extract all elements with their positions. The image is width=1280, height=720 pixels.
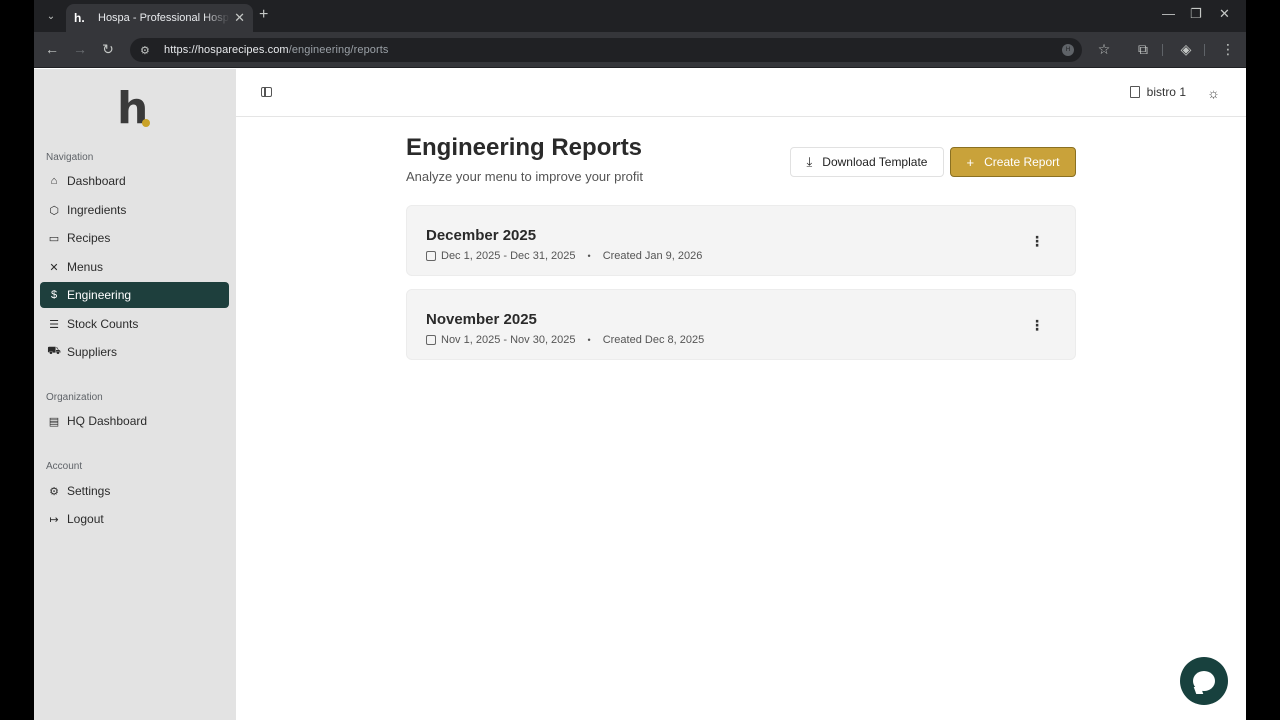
sidebar-item-stock-counts[interactable]: ☰ Stock Counts <box>40 311 229 337</box>
location-name: bistro 1 <box>1146 85 1186 99</box>
calendar-icon <box>426 335 436 345</box>
calendar-icon <box>426 251 436 261</box>
menu-icon[interactable]: ⋮ <box>1219 41 1237 58</box>
report-meta: Nov 1, 2025 - Nov 30, 2025 • Created Dec… <box>426 334 704 346</box>
browser-toolbar: ← → ↻ ⚙ https://hosparecipes.com/enginee… <box>34 32 1246 68</box>
utensils-icon: ✕ <box>49 261 59 274</box>
url-text: https://hosparecipes.com/engineering/rep… <box>164 44 389 56</box>
sidebar-item-engineering[interactable]: $ Engineering <box>40 282 229 308</box>
tab-favicon: h. <box>74 11 85 25</box>
separator-dot: • <box>587 335 591 345</box>
download-icon: ⤓ <box>806 154 813 169</box>
browser-tab[interactable]: h. Hospa - Professional Hospitalit ✕ <box>66 4 253 32</box>
sidebar-item-menus[interactable]: ✕ Menus <box>40 254 229 280</box>
toolbar-divider <box>1204 44 1205 56</box>
sidebar-item-label: Stock Counts <box>67 317 139 331</box>
truck-icon: ⛟ <box>47 345 61 357</box>
download-template-label: Download Template <box>822 155 928 169</box>
sidebar-item-label: Ingredients <box>67 203 127 217</box>
logo-dot <box>142 119 150 127</box>
sidebar-item-label: Suppliers <box>67 345 118 359</box>
close-window-icon[interactable]: ✕ <box>1219 6 1230 22</box>
sidebar-item-logout[interactable]: ↦ Logout <box>40 506 229 532</box>
download-template-button[interactable]: ⤓ Download Template <box>790 147 944 177</box>
chat-launcher-button[interactable] <box>1180 657 1228 705</box>
logout-icon: ↦ <box>49 513 59 526</box>
sidebar-item-label: Logout <box>67 512 104 526</box>
sidebar-item-label: Dashboard <box>67 174 126 188</box>
toolbar-divider <box>1162 44 1163 56</box>
sidebar-item-label: HQ Dashboard <box>67 414 148 428</box>
report-created: Created Dec 8, 2025 <box>602 334 705 346</box>
page-title: Engineering Reports <box>406 134 643 161</box>
extensions-icon[interactable]: ⧉ <box>1134 41 1152 58</box>
site-info-icon[interactable]: ⚙ <box>140 44 154 57</box>
sidebar-item-suppliers[interactable]: ⛟ Suppliers <box>40 339 229 365</box>
report-card[interactable]: December 2025 Dec 1, 2025 - Dec 31, 2025… <box>406 205 1076 276</box>
create-report-label: Create Report <box>984 155 1060 169</box>
sidebar-item-dashboard[interactable]: ⌂ Dashboard <box>40 168 229 194</box>
navigation-label: Navigation <box>46 152 94 163</box>
sidebar-item-label: Recipes <box>67 231 111 245</box>
report-date-range: Nov 1, 2025 - Nov 30, 2025 <box>441 334 576 346</box>
sidebar-item-label: Settings <box>67 484 111 498</box>
home-icon: ⌂ <box>50 175 58 187</box>
report-date-range: Dec 1, 2025 - Dec 31, 2025 <box>441 250 576 262</box>
tab-strip: ⌄ h. Hospa - Professional Hospitalit ✕ +… <box>34 0 1246 32</box>
sidebar-item-settings[interactable]: ⚙ Settings <box>40 478 229 504</box>
restore-icon[interactable]: ❐ <box>1190 6 1202 22</box>
reload-icon[interactable]: ↻ <box>99 41 117 58</box>
new-tab-icon[interactable]: + <box>259 6 268 24</box>
forward-icon[interactable]: → <box>71 41 89 57</box>
tab-title: Hospa - Professional Hospitalit <box>98 12 231 24</box>
building-icon <box>1129 86 1140 98</box>
organization-label: Organization <box>46 392 103 403</box>
sidebar-item-recipes[interactable]: ▭ Recipes <box>40 225 229 251</box>
sidebar-item-hq-dashboard[interactable]: ▤ HQ Dashboard <box>40 408 229 434</box>
gear-icon: ⚙ <box>49 485 59 498</box>
building-icon: ▤ <box>48 415 60 428</box>
minimize-icon[interactable]: — <box>1162 6 1175 21</box>
tab-search-icon[interactable]: ⌄ <box>42 5 60 27</box>
sidebar-item-label: Menus <box>67 260 104 274</box>
more-options-icon[interactable]: ⋮ <box>1030 318 1044 332</box>
bookmark-star-icon[interactable]: ☆ <box>1095 41 1113 58</box>
book-icon: ▭ <box>48 232 60 245</box>
stack-icon: ☰ <box>49 318 59 331</box>
chat-icon <box>1193 671 1215 691</box>
address-bar[interactable]: ⚙ https://hosparecipes.com/engineering/r… <box>130 38 1082 62</box>
report-created: Created Jan 9, 2026 <box>602 250 703 262</box>
report-title: December 2025 <box>426 227 537 244</box>
back-icon[interactable]: ← <box>43 41 61 57</box>
report-card[interactable]: November 2025 Nov 1, 2025 - Nov 30, 2025… <box>406 289 1076 360</box>
more-options-icon[interactable]: ⋮ <box>1030 234 1044 248</box>
location-selector[interactable]: bistro 1 <box>1129 85 1186 99</box>
report-meta: Dec 1, 2025 - Dec 31, 2025 • Created Jan… <box>426 250 702 262</box>
page-subtitle: Analyze your menu to improve your profit <box>406 169 643 184</box>
create-report-button[interactable]: + Create Report <box>950 147 1076 177</box>
extension-badge[interactable]: H <box>1062 44 1074 56</box>
plus-icon: + <box>966 154 975 170</box>
dollar-icon: $ <box>50 289 58 301</box>
sidebar-item-label: Engineering <box>67 288 132 302</box>
separator-dot: • <box>587 251 591 261</box>
sidebar-item-ingredients[interactable]: ⬡ Ingredients <box>40 197 229 223</box>
theme-toggle-sun-icon[interactable]: ☼ <box>1207 85 1220 101</box>
tab-close-icon[interactable]: ✕ <box>234 10 245 26</box>
profile-icon[interactable]: ◈ <box>1177 41 1195 58</box>
box-icon: ⬡ <box>49 204 59 217</box>
report-title: November 2025 <box>426 311 537 328</box>
browser-window: ⌄ h. Hospa - Professional Hospitalit ✕ +… <box>34 0 1246 720</box>
account-label: Account <box>46 461 83 472</box>
sidebar: h Navigation ⌂ Dashboard ⬡ Ingredients ▭ Re… <box>34 69 236 720</box>
app-topbar: bistro 1 ☼ <box>236 69 1246 117</box>
sidebar-toggle-icon[interactable] <box>261 87 272 97</box>
